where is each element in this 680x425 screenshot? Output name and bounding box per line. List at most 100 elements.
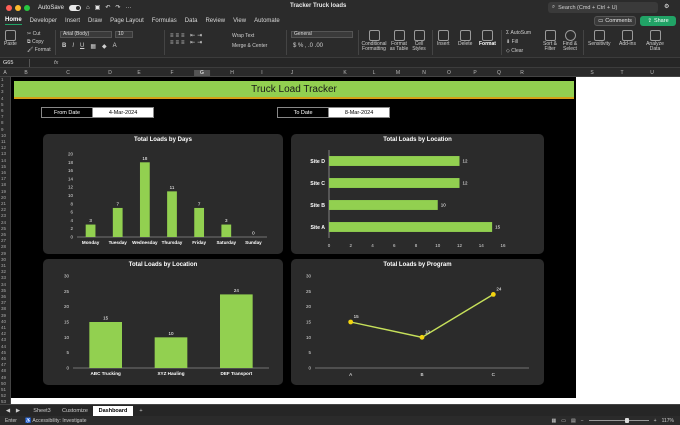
column-header-m[interactable]: M [396, 70, 400, 76]
close-window-button[interactable] [6, 4, 12, 11]
row-header[interactable]: 45 [1, 350, 6, 355]
row-header[interactable]: 52 [1, 393, 6, 398]
row-header[interactable]: 33 [1, 275, 6, 280]
tab-data[interactable]: Data [185, 18, 198, 24]
row-header[interactable]: 17 [1, 176, 6, 181]
column-header-j[interactable]: J [291, 70, 294, 76]
tab-formulas[interactable]: Formulas [152, 18, 177, 24]
column-header-n[interactable]: N [422, 70, 426, 76]
row-header[interactable]: 50 [1, 381, 6, 386]
cell-styles-button[interactable]: Cell Styles [411, 30, 427, 52]
column-header-c[interactable]: C [66, 70, 70, 76]
row-header[interactable]: 43 [1, 337, 6, 342]
row-header[interactable]: 29 [1, 251, 6, 256]
autosum-button[interactable]: Σ AutoSum [506, 29, 531, 38]
column-header-b[interactable]: B [24, 70, 27, 76]
row-header[interactable]: 47 [1, 362, 6, 367]
row-header[interactable]: 41 [1, 325, 6, 330]
sheet-tab-dashboard[interactable]: Dashboard [93, 406, 133, 416]
font-color-icon[interactable]: A [113, 43, 117, 50]
row-header[interactable]: 12 [1, 145, 6, 150]
delete-cells-button[interactable]: Delete [458, 30, 472, 47]
settings-icon[interactable]: ⚙ [664, 3, 669, 10]
tab-draw[interactable]: Draw [88, 18, 102, 24]
row-header[interactable]: 15 [1, 164, 6, 169]
fill-button[interactable]: ⬇ Fill [506, 38, 531, 47]
row-header[interactable]: 35 [1, 288, 6, 293]
fill-color-icon[interactable]: ◆ [102, 43, 107, 50]
chart-loads-by-days[interactable]: Total Loads by Days 0 2 4 6 8 10 12 14 16 18 20 3 Mo… [43, 134, 283, 254]
zoom-in-button[interactable]: + [654, 418, 657, 424]
find-select-button[interactable]: Find & Select [561, 30, 579, 52]
chart-loads-by-location-horizontal[interactable]: Total Loads by Location 0 2 4 6 8 10 12 14 16 12 S… [291, 134, 544, 254]
row-header[interactable]: 39 [1, 313, 6, 318]
formula-input[interactable] [64, 59, 680, 67]
borders-icon[interactable]: ▦ [90, 43, 96, 50]
autosave-toggle[interactable] [69, 4, 82, 11]
font-size-select[interactable]: 10 [115, 31, 133, 38]
clear-button[interactable]: ◇ Clear [506, 47, 531, 56]
tab-developer[interactable]: Developer [30, 18, 57, 24]
share-button[interactable]: ⇪ Share [640, 16, 676, 26]
tab-review[interactable]: Review [205, 18, 225, 24]
row-header[interactable]: 49 [1, 375, 6, 380]
row-header[interactable]: 22 [1, 207, 6, 212]
worksheet-grid[interactable]: Truck Load Tracker From Date 4-Mar-2024 … [11, 77, 680, 404]
number-buttons[interactable]: $ % ‚ .0 .00 [293, 43, 323, 49]
row-header[interactable]: 20 [1, 195, 6, 200]
column-header-t[interactable]: T [620, 70, 623, 76]
maximize-window-button[interactable] [24, 4, 30, 11]
column-header-i[interactable]: I [261, 70, 262, 76]
row-header[interactable]: 16 [1, 170, 6, 175]
paste-button[interactable]: Paste [4, 30, 17, 47]
to-date-value[interactable]: 8-Mar-2024 [329, 108, 389, 117]
row-header[interactable]: 27 [1, 238, 6, 243]
row-header[interactable]: 26 [1, 232, 6, 237]
row-header[interactable]: 10 [1, 133, 6, 138]
tab-view[interactable]: View [233, 18, 246, 24]
row-header[interactable]: 7 [1, 114, 4, 119]
column-header-r[interactable]: R [520, 70, 524, 76]
tab-page-layout[interactable]: Page Layout [110, 18, 144, 24]
row-header[interactable]: 34 [1, 282, 6, 287]
row-header[interactable]: 37 [1, 300, 6, 305]
page-break-view-icon[interactable]: ▤ [571, 418, 576, 424]
row-header[interactable]: 1 [1, 77, 4, 82]
sheet-tab-customize[interactable]: Customize [58, 406, 92, 416]
row-header[interactable]: 38 [1, 306, 6, 311]
sheet-tab-sheet3[interactable]: Sheet3 [27, 406, 57, 416]
row-header[interactable]: 13 [1, 151, 6, 156]
alignment-group[interactable]: ≡≡≡ ⇤⇥ ≡≡≡ ⇤⇥ [170, 32, 204, 46]
bold-button[interactable]: B [62, 43, 66, 50]
tab-insert[interactable]: Insert [65, 18, 80, 24]
conditional-formatting-button[interactable]: Conditional Formatting [361, 30, 387, 52]
row-header[interactable]: 25 [1, 226, 6, 231]
format-cells-button[interactable]: Format [479, 30, 496, 47]
tab-home[interactable]: Home [5, 17, 22, 25]
row-header[interactable]: 31 [1, 263, 6, 268]
copy-button[interactable]: ⧉ Copy [27, 38, 51, 46]
column-header-p[interactable]: P [473, 70, 476, 76]
minimize-window-button[interactable] [15, 4, 21, 11]
zoom-out-button[interactable]: − [581, 418, 584, 424]
column-header-q[interactable]: Q [497, 70, 501, 76]
add-sheet-icon[interactable]: + [136, 406, 146, 416]
prev-sheet-icon[interactable]: ◀ [4, 406, 12, 416]
normal-view-icon[interactable]: ▦ [552, 418, 557, 424]
column-header-o[interactable]: O [447, 70, 451, 76]
column-header-s[interactable]: S [590, 70, 593, 76]
font-name-select[interactable]: Arial (Body) [60, 31, 112, 38]
row-header[interactable]: 3 [1, 89, 4, 94]
page-layout-view-icon[interactable]: ▭ [561, 418, 566, 424]
number-format-select[interactable]: General [291, 31, 353, 38]
row-header[interactable]: 9 [1, 127, 4, 132]
add-ins-button[interactable]: Add-ins [619, 30, 636, 47]
sensitivity-button[interactable]: Sensitivity [588, 30, 611, 47]
wrap-text-button[interactable]: Wrap Text [232, 31, 267, 41]
column-header-u[interactable]: U [650, 70, 654, 76]
italic-button[interactable]: I [72, 43, 74, 50]
more-icon[interactable]: ··· [125, 5, 131, 11]
row-header[interactable]: 46 [1, 356, 6, 361]
column-header-f[interactable]: F [170, 70, 173, 76]
row-header[interactable]: 2 [1, 83, 4, 88]
